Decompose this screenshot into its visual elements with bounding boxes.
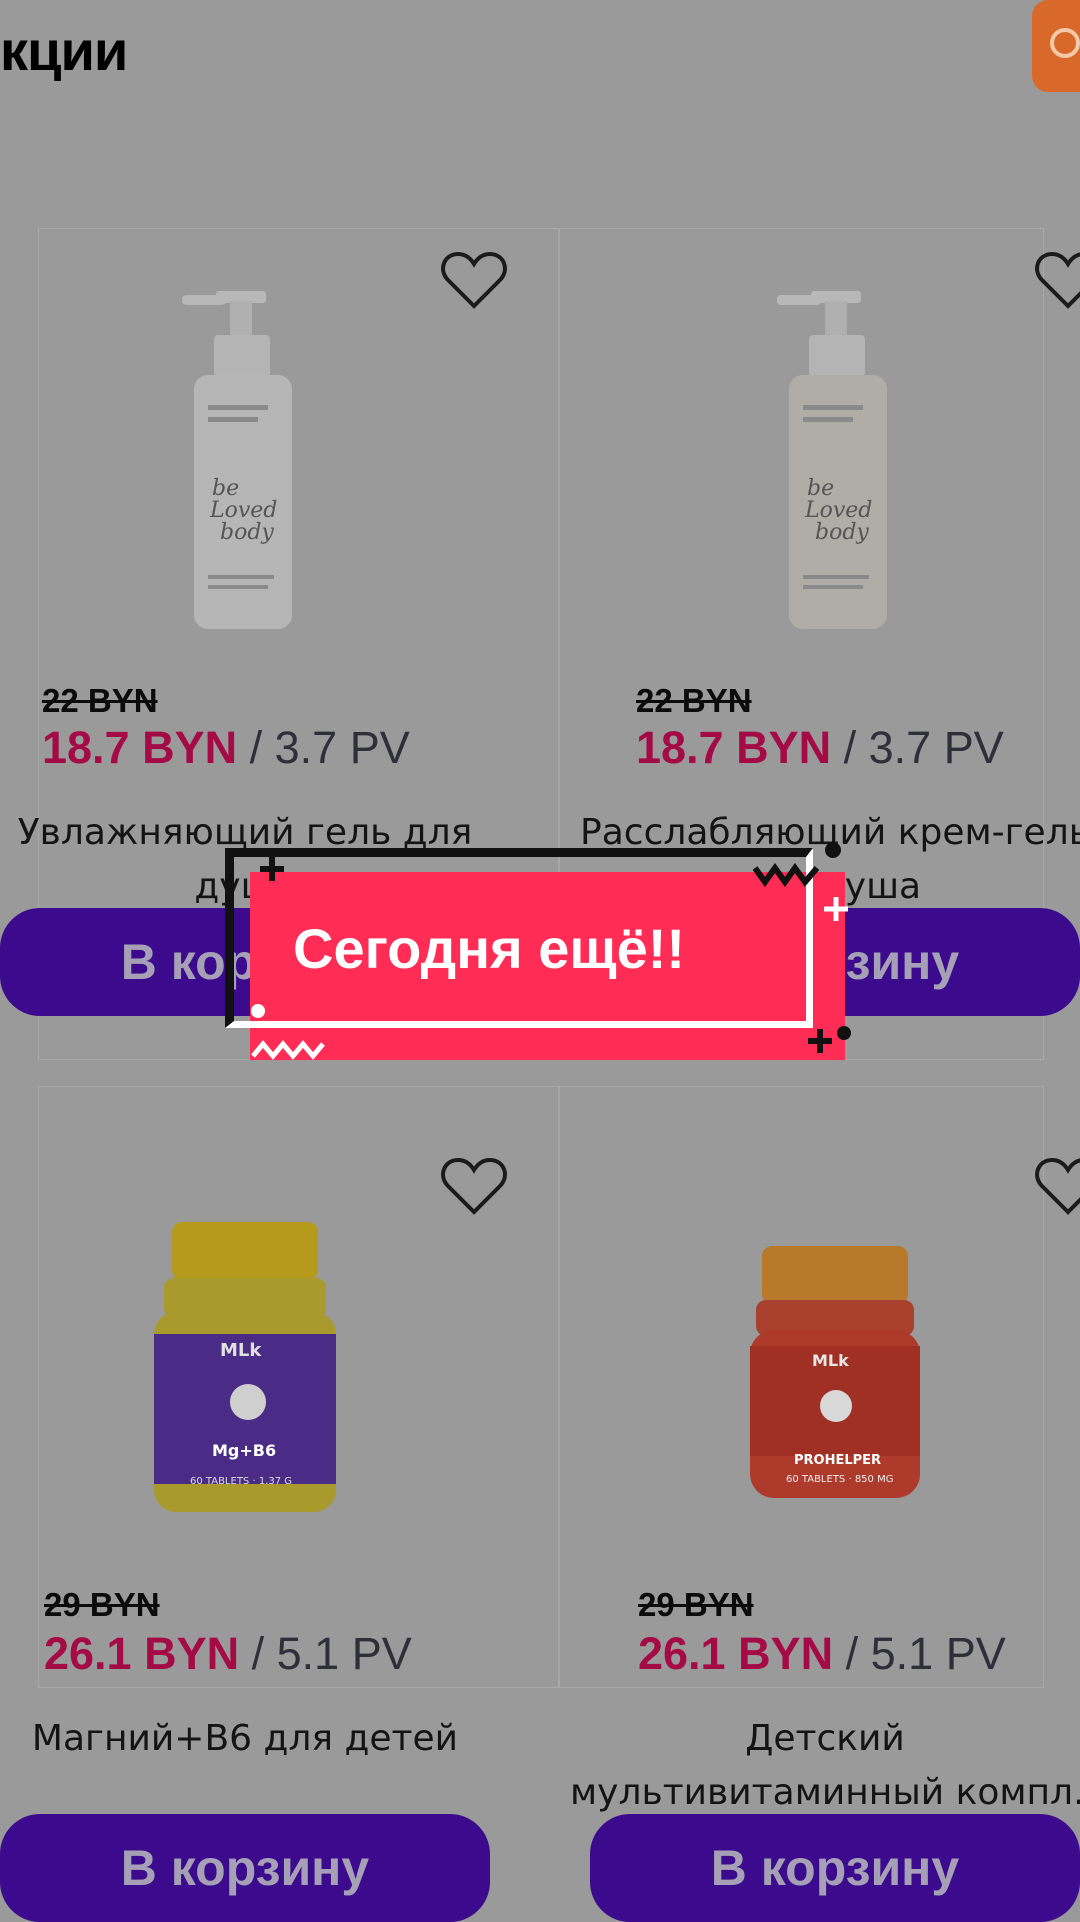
shower-cream-bottle-image: be Loved body [777,291,887,629]
add-to-cart-button[interactable]: В корзину [0,1814,490,1922]
price-line: 18.7 BYN / 3.7 PV [636,722,1004,773]
pv-points: 3.7 PV [274,722,410,773]
sale-price: 18.7 BYN [42,722,238,773]
heart-icon[interactable] [440,250,508,310]
sale-price: 26.1 BYN [44,1628,240,1679]
svg-text:60 TABLETS · 1.37 G: 60 TABLETS · 1.37 G [190,1476,292,1487]
pv-points: 3.7 PV [868,722,1004,773]
svg-text:body: body [815,520,869,545]
share-button[interactable] [1032,0,1080,92]
shower-gel-bottle-image: be Loved body [182,291,292,629]
heart-icon[interactable] [1034,250,1080,310]
svg-text:Mg+B6: Mg+B6 [212,1441,276,1460]
sale-price: 26.1 BYN [638,1628,834,1679]
plus-icon [808,1029,832,1053]
share-icon [1050,28,1080,58]
pv-points: 5.1 PV [276,1628,412,1679]
vitamin-jar-red-image: MLk PROHELPER 60 TABLETS · 850 MG [750,1246,920,1498]
zigzag-icon [753,862,820,888]
promo-banner: Сегодня ещё!! [225,842,851,1060]
dot-icon [825,842,841,858]
zigzag-icon [251,1040,325,1060]
old-price: 22 BYN [42,682,158,719]
heart-icon[interactable] [440,1156,508,1216]
svg-text:PROHELPER: PROHELPER [794,1453,881,1468]
svg-text:body: body [220,520,274,545]
vitamin-jar-yellow-image: MLk Mg+B6 60 TABLETS · 1.37 G [154,1222,336,1512]
plus-icon [260,857,284,881]
price-line: 18.7 BYN / 3.7 PV [42,722,410,773]
dot-icon [837,1026,851,1040]
price-line: 26.1 BYN / 5.1 PV [44,1628,412,1679]
svg-text:MLk: MLk [812,1351,849,1370]
add-to-cart-button[interactable]: В корзину [590,1814,1080,1922]
banner-text: Сегодня ещё!! [293,917,686,980]
svg-text:60 TABLETS · 850 MG: 60 TABLETS · 850 MG [786,1474,893,1485]
sale-price: 18.7 BYN [636,722,832,773]
old-price: 22 BYN [636,682,752,719]
svg-text:MLk: MLk [220,1340,262,1361]
heart-icon[interactable] [1034,1156,1080,1216]
price-line: 26.1 BYN / 5.1 PV [638,1628,1006,1679]
pv-points: 5.1 PV [870,1628,1006,1679]
old-price: 29 BYN [638,1586,754,1623]
product-name[interactable]: Детский мультивитаминный компл... [570,1712,1080,1820]
old-price: 29 BYN [44,1586,160,1623]
dot-icon [251,1004,265,1018]
product-name[interactable]: Магний+B6 для детей [0,1712,490,1766]
plus-icon [824,897,848,921]
page-title: кции [0,19,128,82]
